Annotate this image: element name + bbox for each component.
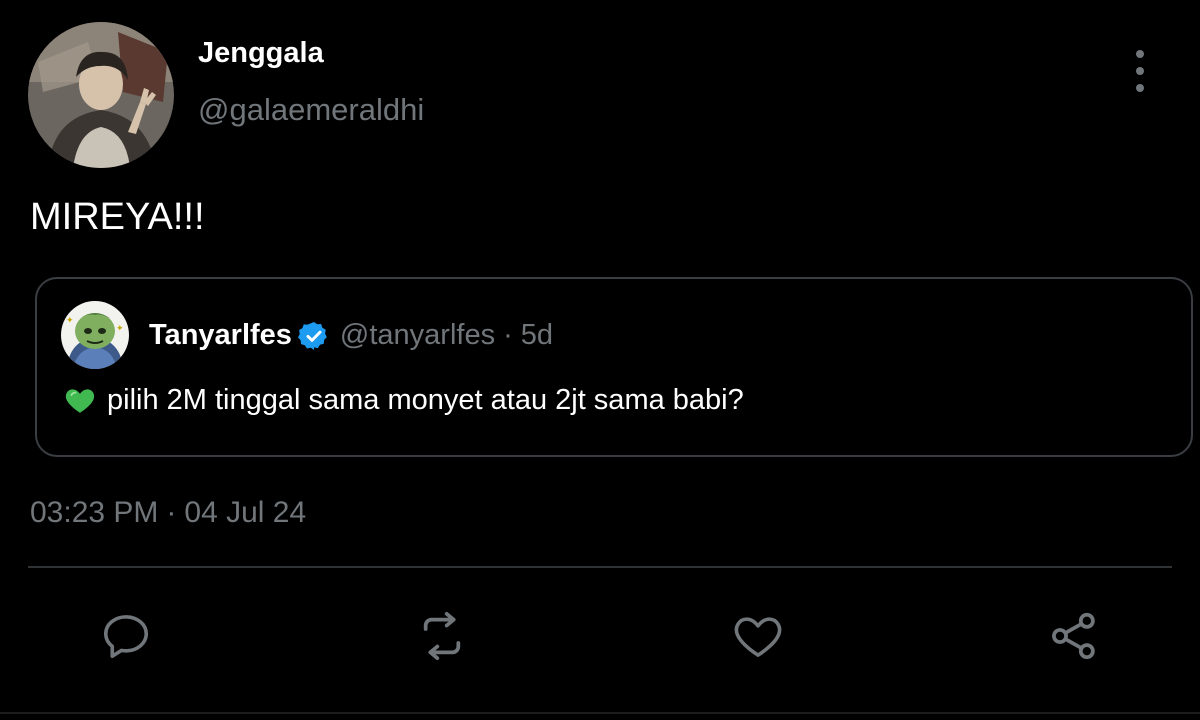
author-avatar-image <box>28 22 174 168</box>
quoted-tweet-age[interactable]: 5d <box>521 319 553 352</box>
author-name[interactable]: Jenggala <box>198 37 324 70</box>
tweet-timestamp[interactable]: 03:23 PM · 04 Jul 24 <box>30 496 306 530</box>
reply-icon <box>103 615 149 659</box>
tweet-time: 03:23 PM <box>30 496 159 529</box>
tweet-text: MIREYA!!! <box>30 196 205 238</box>
more-dot-icon <box>1136 67 1144 75</box>
timestamp-separator: · <box>166 496 177 529</box>
quoted-tweet-card[interactable]: ✦ ✦ Tanyarlfes @tanyarlfes · 5d pilih 2M… <box>35 277 1193 457</box>
share-icon <box>1052 612 1095 660</box>
retweet-icon <box>423 611 461 661</box>
quoted-tweet-body: pilih 2M tinggal sama monyet atau 2jt sa… <box>63 383 744 417</box>
quoted-author-handle[interactable]: @tanyarlfes <box>340 319 495 352</box>
quoted-separator: · <box>503 319 513 351</box>
reply-button[interactable] <box>98 608 154 664</box>
author-handle[interactable]: @galaemeraldhi <box>198 92 424 128</box>
retweet-button[interactable] <box>414 608 470 664</box>
quoted-author-name[interactable]: Tanyarlfes <box>149 319 292 352</box>
more-dot-icon <box>1136 84 1144 92</box>
more-dot-icon <box>1136 50 1144 58</box>
quoted-tweet-header: Tanyarlfes @tanyarlfes · 5d <box>149 319 553 352</box>
quoted-avatar-image: ✦ ✦ <box>61 301 129 369</box>
green-heart-icon <box>63 383 97 417</box>
author-avatar[interactable] <box>28 22 174 168</box>
like-icon <box>734 617 782 657</box>
svg-text:✦: ✦ <box>116 324 124 334</box>
action-divider <box>28 566 1172 568</box>
share-button[interactable] <box>1046 608 1102 664</box>
verified-badge-icon <box>297 320 330 352</box>
like-button[interactable] <box>730 608 786 664</box>
tweet-date: 04 Jul 24 <box>184 496 307 529</box>
svg-text:✦: ✦ <box>66 316 74 326</box>
more-options-button[interactable] <box>1122 50 1158 92</box>
quoted-author-avatar[interactable]: ✦ ✦ <box>61 301 129 369</box>
bottom-border <box>0 712 1200 714</box>
quoted-tweet-text: pilih 2M tinggal sama monyet atau 2jt sa… <box>107 383 744 416</box>
